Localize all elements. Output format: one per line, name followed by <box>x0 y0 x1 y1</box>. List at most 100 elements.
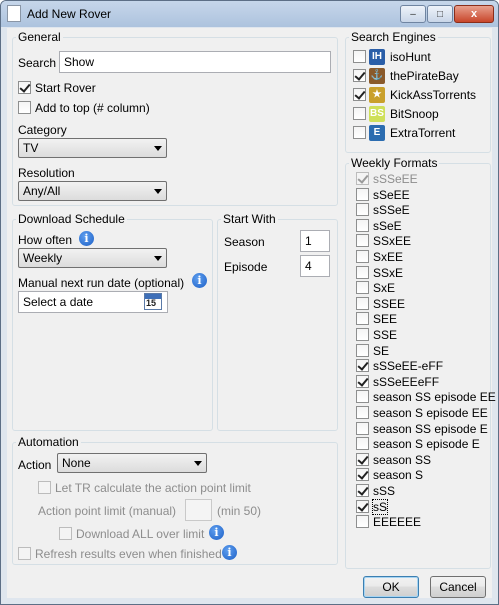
format-checkbox[interactable] <box>356 390 369 404</box>
refresh-results-label: Refresh results even when finished <box>35 547 222 561</box>
maximize-button[interactable]: □ <box>427 5 453 23</box>
search-input[interactable]: Show <box>59 51 331 73</box>
search-label: Search <box>18 56 57 70</box>
format-label[interactable]: sSeE <box>373 219 402 233</box>
engine-label[interactable]: ExtraTorrent <box>390 126 455 140</box>
format-label[interactable]: season S <box>373 468 423 482</box>
format-label[interactable]: sSeEE <box>373 188 410 202</box>
calendar-icon[interactable]: 15 <box>144 293 162 310</box>
format-checkbox[interactable] <box>356 218 369 232</box>
format-label[interactable]: season SS episode EE <box>373 390 496 404</box>
format-label[interactable]: SSEE <box>373 297 405 311</box>
format-label[interactable]: SxE <box>373 281 395 295</box>
format-label[interactable]: season SS <box>373 453 431 467</box>
format-label[interactable]: season S episode E <box>373 437 480 451</box>
window-title: Add New Rover <box>27 7 112 21</box>
format-checkbox[interactable] <box>356 281 369 295</box>
extratorrent-icon: E <box>369 125 385 141</box>
format-checkbox[interactable] <box>356 515 369 529</box>
category-label: Category <box>18 123 67 137</box>
format-label[interactable]: SE <box>373 344 389 358</box>
manual-date-info-icon[interactable]: i <box>192 273 207 288</box>
season-input[interactable]: 1 <box>300 230 330 252</box>
format-label[interactable]: season S episode EE <box>373 406 488 420</box>
how-often-value: Weekly <box>23 251 63 265</box>
ok-button[interactable]: OK <box>363 576 419 598</box>
close-button[interactable]: x <box>454 5 494 23</box>
format-label[interactable]: sSSeEEeFF <box>373 375 439 389</box>
action-point-input[interactable] <box>185 499 212 521</box>
action-point-label: Action point limit (manual) <box>38 504 177 518</box>
format-label[interactable]: SSE <box>373 328 397 342</box>
format-checkbox[interactable] <box>356 406 369 419</box>
format-label[interactable]: sSSeEE <box>373 172 418 186</box>
episode-label: Episode <box>224 260 268 274</box>
automation-legend: Automation <box>18 435 79 449</box>
start-rover-checkbox[interactable] <box>18 81 31 94</box>
format-checkbox[interactable] <box>356 437 369 451</box>
format-checkbox[interactable] <box>356 343 369 357</box>
format-label[interactable]: SSxE <box>373 266 403 280</box>
format-label[interactable]: EEEEEE <box>373 515 421 529</box>
cancel-button[interactable]: Cancel <box>430 576 486 598</box>
engine-label[interactable]: thePirateBay <box>390 69 459 83</box>
engine-checkbox-2[interactable] <box>353 88 366 101</box>
engine-checkbox-1[interactable] <box>353 69 366 82</box>
format-label[interactable]: sS <box>371 498 389 515</box>
download-all-info-icon[interactable]: i <box>209 525 224 540</box>
format-label[interactable]: season SS episode E <box>373 422 488 436</box>
episode-input[interactable]: 4 <box>300 255 330 277</box>
refresh-results-checkbox[interactable] <box>18 547 31 560</box>
resolution-select[interactable]: Any/All <box>18 181 167 201</box>
let-tr-calculate-checkbox[interactable] <box>38 481 51 494</box>
format-checkbox[interactable] <box>356 187 369 201</box>
format-checkbox[interactable] <box>356 452 369 466</box>
download-all-checkbox[interactable] <box>59 527 72 540</box>
engine-checkbox-3[interactable] <box>353 107 366 120</box>
how-often-info-icon[interactable]: i <box>79 231 94 246</box>
add-to-top-label[interactable]: Add to top (# column) <box>35 101 150 115</box>
engine-label[interactable]: KickAssTorrents <box>390 88 476 102</box>
engine-checkbox-4[interactable] <box>353 126 366 139</box>
format-label[interactable]: SxEE <box>373 250 403 264</box>
format-checkbox[interactable] <box>356 328 369 341</box>
kickass-shield-icon: ★ <box>369 87 385 103</box>
format-checkbox[interactable] <box>356 296 369 310</box>
action-select[interactable]: None <box>57 453 207 473</box>
weekly-formats-list: sSSeEE sSeEE sSSeE sSeE SSxEE SxEE SSxE SxE SSEE… <box>348 171 496 570</box>
chevron-down-icon <box>194 461 202 466</box>
start-rover-label[interactable]: Start Rover <box>35 81 96 95</box>
format-checkbox[interactable] <box>356 172 369 185</box>
format-checkbox[interactable] <box>356 421 369 435</box>
title-bar[interactable]: Add New Rover – □ x <box>1 1 498 27</box>
format-label[interactable]: sSSeE <box>373 203 410 217</box>
add-to-top-checkbox[interactable] <box>18 101 31 114</box>
add-new-rover-window: Add New Rover – □ x General Search Show … <box>0 0 499 605</box>
format-checkbox[interactable] <box>356 265 369 279</box>
format-checkbox[interactable] <box>356 250 369 263</box>
refresh-results-info-icon[interactable]: i <box>222 545 237 560</box>
format-label[interactable]: SSxEE <box>373 234 411 248</box>
manual-date-label: Manual next run date (optional) <box>18 276 185 290</box>
format-checkbox[interactable] <box>356 484 369 497</box>
how-often-label: How often <box>18 233 73 247</box>
let-tr-calculate-label: Let TR calculate the action point limit <box>55 481 251 495</box>
format-checkbox[interactable] <box>356 374 369 388</box>
format-checkbox[interactable] <box>356 312 369 326</box>
format-checkbox[interactable] <box>356 234 369 248</box>
format-checkbox[interactable] <box>356 499 369 513</box>
bitsnoop-icon: BS <box>369 106 385 122</box>
minimize-button[interactable]: – <box>400 5 426 23</box>
format-checkbox[interactable] <box>356 359 369 373</box>
engine-label[interactable]: BitSnoop <box>390 107 439 121</box>
category-select[interactable]: TV <box>18 138 167 158</box>
format-checkbox[interactable] <box>356 468 369 482</box>
format-label[interactable]: sSS <box>373 484 395 498</box>
format-checkbox[interactable] <box>356 203 369 217</box>
format-label[interactable]: SEE <box>373 312 397 326</box>
category-value: TV <box>23 141 39 155</box>
format-label[interactable]: sSSeEE-eFF <box>373 359 443 373</box>
engine-checkbox-0[interactable] <box>353 50 366 63</box>
engine-label[interactable]: isoHunt <box>390 50 431 64</box>
how-often-select[interactable]: Weekly <box>18 248 167 268</box>
